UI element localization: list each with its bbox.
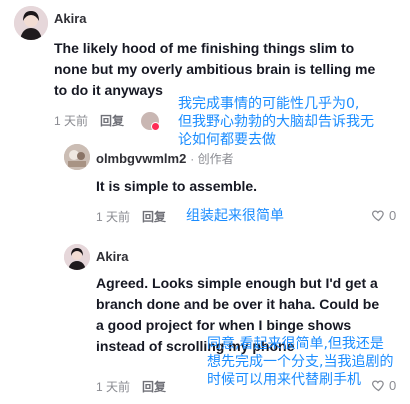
reply-button[interactable]: 回复 — [142, 378, 166, 395]
creator-liked-heart-icon — [151, 122, 160, 131]
avatar[interactable] — [64, 144, 90, 170]
reply-text: It is simple to assemble. — [96, 178, 258, 194]
comment-time: 1 天前 — [54, 114, 89, 128]
translation-line: 但我野心勃勃的大脑却告诉我无 — [178, 114, 374, 130]
avatar[interactable] — [14, 6, 48, 40]
heart-outline-icon — [372, 380, 384, 392]
comment-text-line: none but my overly ambitious brain is te… — [54, 61, 376, 77]
reply-text-line: Agreed. Looks simple enough but I'd get … — [96, 275, 378, 291]
like-count: 0 — [389, 208, 397, 223]
comment-meta: 1 天前 回复 — [54, 112, 124, 129]
reply-meta: 1 天前 回复 — [96, 378, 166, 395]
heart-outline-icon — [372, 210, 384, 222]
reply-username-text[interactable]: olmbgvwmlm2 — [96, 151, 186, 166]
reply-button[interactable]: 回复 — [142, 208, 166, 225]
like-count: 0 — [389, 378, 397, 393]
avatar[interactable] — [64, 244, 90, 270]
translation-line: 我完成事情的可能性几乎为0, — [178, 96, 360, 112]
translation-line: 想先完成一个分支,当我追剧的 — [207, 354, 394, 370]
comment-translation: 我完成事情的可能性几乎为0, 但我野心勃勃的大脑却告诉我无 论如何都要去做 — [178, 95, 408, 149]
reply-time: 1 天前 — [96, 210, 131, 224]
like-button[interactable]: 0 — [371, 378, 396, 393]
reply-meta: 1 天前 回复 — [96, 208, 166, 225]
reply-translation: 组装起来很简单 — [186, 208, 284, 224]
comment-text: The likely hood of me finishing things s… — [54, 38, 406, 101]
reply-button[interactable]: 回复 — [100, 112, 124, 129]
translation-line: 同意,看起来很简单,但我还是 — [207, 336, 384, 352]
like-button[interactable]: 0 — [371, 208, 396, 223]
creator-tag: · 创作者 — [190, 152, 234, 166]
reply-username[interactable]: Akira — [96, 249, 129, 264]
reply-text-line: a good project for when I binge shows — [96, 317, 352, 333]
translation-line: 论如何都要去做 — [178, 132, 276, 148]
reply-text-line: branch done and be over it haha. Could b… — [96, 296, 380, 312]
reply-time: 1 天前 — [96, 380, 131, 394]
reply-username[interactable]: olmbgvwmlm2 · 创作者 — [96, 150, 234, 167]
comment-username[interactable]: Akira — [54, 11, 87, 26]
comment-text-line: The likely hood of me finishing things s… — [54, 40, 355, 56]
